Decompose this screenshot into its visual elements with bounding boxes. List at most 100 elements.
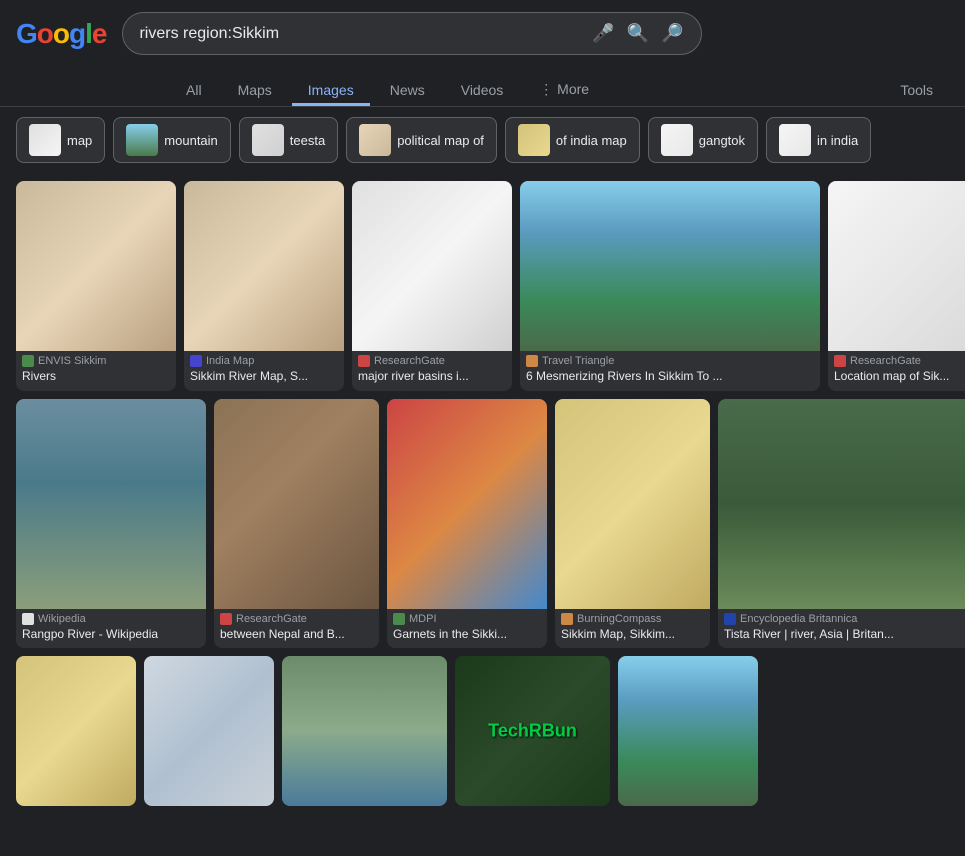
image-title-sikkim-map: Sikkim Map, Sikkim... [561,627,704,643]
source-label-rivers: ENVIS Sikkim [38,355,106,367]
source-label-sikkim-map: BurningCompass [577,613,661,625]
tab-news[interactable]: News [374,74,441,106]
image-card-rivers[interactable]: ENVIS Sikkim Rivers [16,181,176,391]
source-label-major-river: ResearchGate [374,355,445,367]
image-sikkim-map [555,399,710,609]
chip-thumb-political-map [359,124,391,156]
favicon-wikipedia [22,613,34,625]
image-row3-3 [282,656,447,806]
image-tista [718,399,965,609]
google-logo: Google [16,18,106,50]
image-title-nepal: between Nepal and B... [220,627,373,643]
image-source-tista: Encyclopedia Britannica [724,613,965,625]
favicon-researchgate-2 [834,355,846,367]
favicon-mdpi [393,613,405,625]
tab-images[interactable]: Images [292,74,370,106]
chip-thumb-in-india [779,124,811,156]
chip-label-teesta: teesta [290,133,325,148]
image-info-tista: Encyclopedia Britannica Tista River | ri… [718,609,965,649]
image-garnets [387,399,547,609]
image-card-sikkim-map[interactable]: BurningCompass Sikkim Map, Sikkim... [555,399,710,649]
tab-maps[interactable]: Maps [222,74,288,106]
image-info-nepal: ResearchGate between Nepal and B... [214,609,379,649]
tab-videos[interactable]: Videos [445,74,520,106]
chip-thumb-map [29,124,61,156]
tab-more[interactable]: ⋮ More [523,73,605,106]
image-info-sikkim-river-map: India Map Sikkim River Map, S... [184,351,344,391]
image-info-mesmerizing: Travel Triangle 6 Mesmerizing Rivers In … [520,351,820,391]
image-title-mesmerizing: 6 Mesmerizing Rivers In Sikkim To ... [526,369,814,385]
image-card-row3-3[interactable] [282,656,447,806]
image-row-3: TechRBun [16,656,949,806]
image-card-row3-1[interactable] [16,656,136,806]
filter-chip-india-map[interactable]: of india map [505,117,640,163]
filter-chip-map[interactable]: map [16,117,105,163]
image-sikkim-river-map [184,181,344,351]
image-card-techrbun[interactable]: TechRBun [455,656,610,806]
image-card-row3-2[interactable] [144,656,274,806]
image-card-location-map[interactable]: ResearchGate Location map of Sik... [828,181,965,391]
favicon-burningcompass [561,613,573,625]
favicon-researchgate-1 [358,355,370,367]
source-label-mesmerizing: Travel Triangle [542,355,614,367]
image-source-garnets: MDPI [393,613,541,625]
image-title-major-river: major river basins i... [358,369,506,385]
source-label-nepal: ResearchGate [236,613,307,625]
search-bar: 🎤 🔍 🔎 [122,12,702,55]
filter-chip-in-india[interactable]: in india [766,117,871,163]
tools-button[interactable]: Tools [884,74,949,106]
search-button[interactable]: 🔎 [659,21,685,46]
source-label-rangpo: Wikipedia [38,613,86,625]
filter-chip-mountain[interactable]: mountain [113,117,230,163]
image-card-tista[interactable]: Encyclopedia Britannica Tista River | ri… [718,399,965,649]
image-source-sikkim-map: BurningCompass [561,613,704,625]
image-info-sikkim-map: BurningCompass Sikkim Map, Sikkim... [555,609,710,649]
image-card-mesmerizing[interactable]: Travel Triangle 6 Mesmerizing Rivers In … [520,181,820,391]
image-row-1: ENVIS Sikkim Rivers India Map Sikkim Riv… [16,181,949,391]
chip-label-in-india: in india [817,133,858,148]
techrbun-text: TechRBun [488,721,577,742]
image-location-map [828,181,965,351]
image-title-rangpo: Rangpo River - Wikipedia [22,627,200,643]
chip-thumb-india-map [518,124,550,156]
favicon-envis [22,355,34,367]
image-row3-5 [618,656,758,806]
image-row3-2 [144,656,274,806]
image-card-rangpo[interactable]: Wikipedia Rangpo River - Wikipedia [16,399,206,649]
lens-icon[interactable]: 🔍 [625,21,651,46]
image-card-garnets[interactable]: MDPI Garnets in the Sikki... [387,399,547,649]
image-info-location-map: ResearchGate Location map of Sik... [828,351,965,391]
image-source-mesmerizing: Travel Triangle [526,355,814,367]
image-title-location-map: Location map of Sik... [834,369,965,385]
microphone-icon[interactable]: 🎤 [590,21,616,46]
image-source-nepal: ResearchGate [220,613,373,625]
image-title-tista: Tista River | river, Asia | Britan... [724,627,965,643]
image-grid: ENVIS Sikkim Rivers India Map Sikkim Riv… [0,173,965,822]
chip-thumb-gangtok [661,124,693,156]
image-card-major-river[interactable]: ResearchGate major river basins i... [352,181,512,391]
filter-chip-gangtok[interactable]: gangtok [648,117,758,163]
source-label-tista: Encyclopedia Britannica [740,613,857,625]
filter-chip-political-map[interactable]: political map of [346,117,497,163]
image-card-sikkim-river-map[interactable]: India Map Sikkim River Map, S... [184,181,344,391]
image-techrbun: TechRBun [455,656,610,806]
image-title-rivers: Rivers [22,369,170,385]
tab-all[interactable]: All [170,74,218,106]
image-nepal [214,399,379,609]
source-label-garnets: MDPI [409,613,437,625]
image-card-row3-5[interactable] [618,656,758,806]
image-source-rangpo: Wikipedia [22,613,200,625]
image-info-major-river: ResearchGate major river basins i... [352,351,512,391]
image-source-location-map: ResearchGate [834,355,965,367]
chip-label-political-map: political map of [397,133,484,148]
image-info-garnets: MDPI Garnets in the Sikki... [387,609,547,649]
nav-tabs: All Maps Images News Videos ⋮ More Tools [0,67,965,107]
image-title-garnets: Garnets in the Sikki... [393,627,541,643]
favicon-researchgate-3 [220,613,232,625]
search-input[interactable] [139,25,582,43]
image-info-rangpo: Wikipedia Rangpo River - Wikipedia [16,609,206,649]
image-card-nepal[interactable]: ResearchGate between Nepal and B... [214,399,379,649]
chip-thumb-mountain [126,124,158,156]
filter-chip-teesta[interactable]: teesta [239,117,338,163]
image-row3-1 [16,656,136,806]
